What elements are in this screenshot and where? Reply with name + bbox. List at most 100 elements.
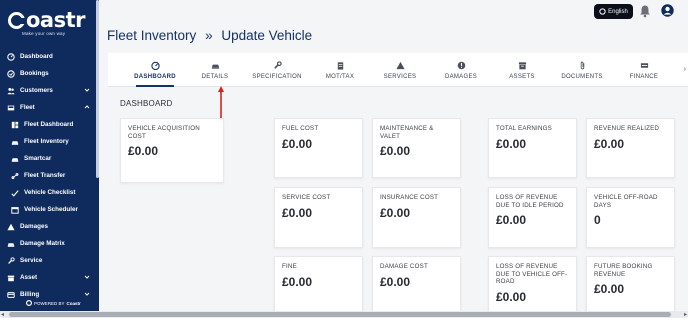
sidebar-item-customers[interactable]: Customers [0,82,99,99]
tab-label: DETAILS [201,73,229,80]
sidebar-item-dashboard[interactable]: Dashboard [0,48,99,65]
gauge-icon [150,61,160,71]
tab-label: DASHBOARD [134,73,176,80]
card-value: £0.00 [282,136,313,151]
sidebar-item-smartcar[interactable]: Smartcar [0,150,99,167]
fleet-transfer-icon [11,172,19,180]
tab-documents[interactable]: DOCUMENTS [557,53,607,87]
tab-mot-tax[interactable]: MOT/TAX [316,53,364,87]
sidebar-item-vehicle-scheduler[interactable]: Vehicle Scheduler [0,201,99,218]
card-value: £0.00 [282,205,313,220]
billing-icon [7,291,15,299]
sidebar-item-asset[interactable]: Asset [0,269,99,286]
sidebar-item-label: Vehicle Checklist [24,189,76,196]
sidebar-item-fleet-dashboard[interactable]: Fleet Dashboard [0,116,99,133]
sidebar-item-label: Asset [20,274,38,281]
sidebar-item-service[interactable]: Service [0,252,99,269]
bookings-icon [7,69,15,78]
sidebar-item-label: Customers [20,87,53,94]
card-value: £0.00 [594,136,625,151]
tab-details[interactable]: DETAILS [193,53,237,87]
logo-wordmark: oastr [8,9,92,31]
fleet-dashboard-icon [11,121,19,129]
info-icon [456,61,466,71]
chevron-right-icon[interactable]: › [684,66,686,73]
card-label: VEHICLE ACQUISITION COST [128,125,200,140]
card-vehicle-acquisition-cost: VEHICLE ACQUISITION COST £0.00 [120,118,224,183]
language-label: English [608,8,628,15]
sidebar-item-fleet-transfer[interactable]: Fleet Transfer [0,167,99,184]
card-value: £0.00 [380,144,411,158]
scrollbar-thumb[interactable] [9,312,671,317]
tab-label: FINANCE [629,73,659,80]
sidebar-item-fleet[interactable]: Fleet [0,99,99,116]
horizontal-scrollbar[interactable]: ◂ ▸ [0,311,688,318]
user-avatar-icon[interactable] [661,4,674,17]
sidebar-scrollbar[interactable] [96,0,99,178]
brand-logo[interactable]: oastr Make your own way [8,9,92,41]
tab-label: DAMAGES [444,73,478,80]
vehicle-scheduler-icon [11,206,19,214]
tab-label: ASSETS [509,73,535,80]
page-title: Fleet Inventory » Update Vehicle [107,28,312,43]
logo-c-mark [8,11,26,29]
sidebar-item-label: Billing [20,291,40,298]
card-label: VEHICLE OFF-ROAD DAYS [594,194,658,209]
sidebar-item-label: Bookings [20,70,49,77]
scroll-left-arrow-icon[interactable]: ◂ [1,311,4,318]
sidebar-item-fleet-inventory[interactable]: Fleet Inventory [0,133,99,150]
coastr-mark-icon [26,300,32,306]
sidebar-item-label: Dashboard [20,53,53,60]
bell-icon[interactable] [639,4,651,18]
sidebar-item-damages[interactable]: Damages [0,218,99,235]
card-vehicle-off-road-days: VEHICLE OFF-ROAD DAYS 0 [586,187,675,248]
sidebar-item-label: Fleet Dashboard [24,121,74,128]
sidebar-item-bookings[interactable]: Bookings [0,65,99,82]
tab-damages[interactable]: DAMAGES [437,53,485,87]
asset-icon [7,274,15,282]
sidebar-item-label: Vehicle Scheduler [24,206,78,213]
tab-services[interactable]: SERVICES [376,53,424,87]
sidebar-item-label: Damage Matrix [20,240,65,247]
sidebar: oastr Make your own way Dashboard Bookin… [0,0,99,312]
card-future-booking-revenue: FUTURE BOOKING REVENUE £0.00 [586,256,675,312]
breadcrumb-parent[interactable]: Fleet Inventory [107,28,196,43]
powered-by-label: POWERED BY [34,300,65,306]
warning-icon [395,61,405,71]
card-label: TOTAL EARNINGS [496,125,552,132]
chevron-down-icon [84,291,90,299]
sidebar-item-label: Fleet Transfer [24,172,66,179]
section-title: DASHBOARD [120,99,173,108]
sidebar-item-label: Fleet Inventory [24,138,69,145]
card-label: FUTURE BOOKING REVENUE [594,263,653,278]
sidebar-nav: Dashboard Bookings Customers Fleet Fleet… [0,48,99,303]
scroll-right-arrow-icon[interactable]: ▸ [684,311,687,318]
tab-specification[interactable]: SPECIFICATION [247,53,307,87]
card-value: £0.00 [496,289,527,304]
card-revenue-realized: REVENUE REALIZED £0.00 [586,118,675,178]
car-icon [210,61,220,71]
language-icon [599,8,606,15]
chevron-up-icon [84,104,90,112]
tab-label: SERVICES [383,73,417,80]
tab-bar: DASHBOARD DETAILS SPECIFICATION MOT/TAX … [108,53,688,87]
card-label: SERVICE COST [282,194,331,201]
damage-matrix-icon [7,240,15,248]
card-value: £0.00 [594,282,625,296]
sidebar-item-vehicle-checklist[interactable]: Vehicle Checklist [0,184,99,201]
card-loss-of-revenue-idle: LOSS OF REVENUE DUE TO IDLE PERIOD £0.00 [488,187,577,248]
logo-rest: oastr [26,8,86,32]
tab-dashboard[interactable]: DASHBOARD [128,53,182,87]
card-label: INSURANCE COST [380,194,439,201]
card-label: DAMAGE COST [380,263,428,270]
card-value: £0.00 [282,274,313,289]
powered-by-brand: Coastr [66,300,81,306]
language-button[interactable]: English [594,4,633,19]
tab-assets[interactable]: ASSETS [498,53,546,87]
tab-label: DOCUMENTS [561,73,603,80]
vehicle-checklist-icon [11,189,19,197]
sidebar-item-damage-matrix[interactable]: Damage Matrix [0,235,99,252]
card-service-cost: SERVICE COST £0.00 [274,187,363,248]
chevron-down-icon [84,274,90,282]
tab-finance[interactable]: FINANCE [620,53,668,87]
